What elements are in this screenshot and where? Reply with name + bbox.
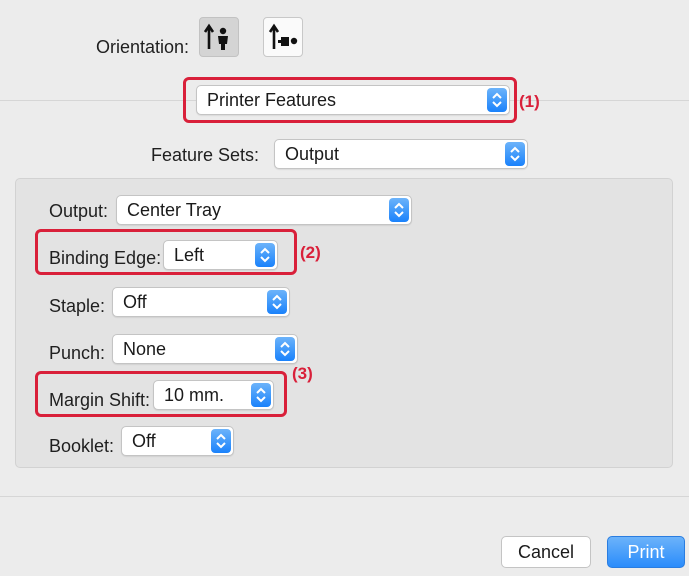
chevron-updown-icon [389, 198, 409, 222]
booklet-value: Off [132, 431, 156, 451]
print-button[interactable]: Print [607, 536, 685, 568]
callout-number-1: (1) [519, 92, 540, 111]
feature-sets-select[interactable]: Output [274, 139, 528, 169]
chevron-updown-icon [211, 429, 231, 453]
orientation-portrait-button[interactable] [199, 17, 239, 57]
chevron-updown-icon [275, 337, 295, 361]
output-select[interactable]: Center Tray [116, 195, 412, 225]
callout-box-3 [35, 371, 287, 417]
portrait-icon [203, 23, 228, 50]
feature-sets-value: Output [285, 144, 340, 164]
cancel-button[interactable]: Cancel [501, 536, 591, 568]
chevron-updown-icon [505, 142, 525, 166]
staple-label: Staple: [49, 296, 106, 316]
bottom-divider [0, 496, 689, 497]
punch-value: None [123, 339, 167, 359]
output-value: Center Tray [127, 200, 222, 220]
staple-select[interactable]: Off [112, 287, 290, 317]
output-label: Output: [49, 201, 109, 221]
booklet-label: Booklet: [49, 436, 115, 456]
landscape-icon [268, 23, 298, 49]
orientation-landscape-button[interactable] [263, 17, 303, 57]
callout-box-2 [35, 229, 297, 275]
callout-number-3: (3) [292, 364, 313, 383]
chevron-updown-icon [267, 290, 287, 314]
callout-number-2: (2) [300, 243, 321, 262]
staple-value: Off [123, 292, 147, 312]
punch-select[interactable]: None [112, 334, 298, 364]
callout-box-1 [183, 77, 517, 123]
punch-label: Punch: [49, 343, 106, 363]
booklet-select[interactable]: Off [121, 426, 234, 456]
feature-sets-label: Feature Sets: [151, 145, 260, 165]
orientation-label: Orientation: [96, 37, 190, 57]
